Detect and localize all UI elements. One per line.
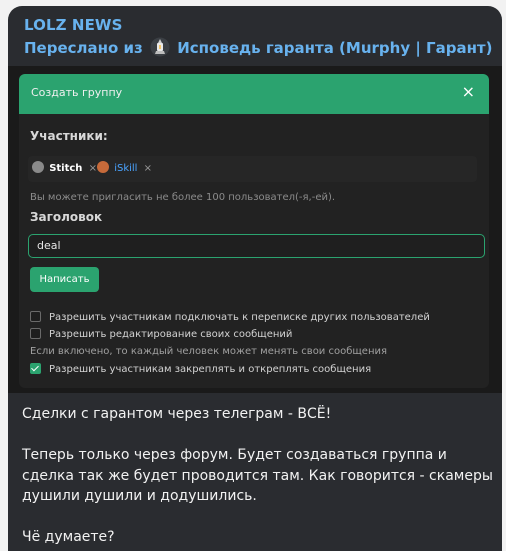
checkbox[interactable] — [30, 311, 41, 322]
invite-hint: Вы можете пригласить не более 100 пользо… — [30, 192, 336, 203]
checkbox[interactable] — [30, 328, 41, 339]
submit-button[interactable]: Написать — [30, 267, 99, 292]
lantern-icon — [150, 37, 170, 57]
message-paragraph: Сделки с гарантом через телеграм - ВСЁ! — [22, 406, 332, 422]
message-text: Сделки с гарантом через телеграм - ВСЁ! … — [22, 404, 494, 548]
modal-title: Создать группу — [31, 86, 123, 99]
modal-header: Создать группу × — [19, 74, 489, 114]
avatar — [97, 161, 109, 173]
participant-tag: Stitch × — [32, 161, 97, 177]
option-pin-messages[interactable]: Разрешить участникам закреплять и откреп… — [30, 363, 371, 375]
title-input[interactable]: deal — [28, 234, 485, 258]
attached-screenshot[interactable]: Создать группу × Участники: Stitch × iSk… — [8, 66, 502, 393]
message-paragraph: Теперь только через форум. Будет создава… — [22, 447, 493, 504]
forwarded-prefix: Переслано из — [24, 39, 143, 57]
participants-field[interactable]: Stitch × iSkill × — [28, 156, 477, 182]
edit-hint: Если включено, то каждый человек может м… — [30, 346, 388, 357]
remove-participant-icon[interactable]: × — [144, 163, 152, 174]
option-edit-messages[interactable]: Разрешить редактирование своих сообщений — [30, 328, 292, 340]
forwarded-from[interactable]: Переслано из Исповедь гаранта (Murphy | … — [24, 37, 492, 57]
checkbox-checked[interactable] — [30, 363, 41, 374]
message-bubble: LOLZ NEWS Переслано из Исповедь гаранта … — [8, 6, 502, 551]
option-label: Разрешить редактирование своих сообщений — [49, 329, 293, 340]
participants-label: Участники: — [30, 129, 108, 143]
avatar — [32, 161, 44, 173]
participant-name: Stitch — [49, 163, 83, 174]
participant-name: iSkill — [114, 163, 138, 174]
option-label: Разрешить участникам закреплять и откреп… — [49, 364, 372, 375]
title-label: Заголовок — [30, 210, 103, 224]
create-group-modal: Создать группу × Участники: Stitch × iSk… — [19, 74, 489, 388]
channel-name[interactable]: LOLZ NEWS — [24, 16, 122, 34]
close-icon[interactable]: × — [462, 84, 475, 100]
participant-tag: iSkill × — [97, 161, 152, 177]
option-label: Разрешить участникам подключать к перепи… — [49, 312, 430, 323]
message-paragraph: Чё думаете? — [22, 529, 115, 545]
remove-participant-icon[interactable]: × — [89, 163, 97, 174]
forwarded-source: Исповедь гаранта (Murphy | Гарант) — [177, 39, 493, 57]
option-invite-users[interactable]: Разрешить участникам подключать к перепи… — [30, 311, 430, 323]
